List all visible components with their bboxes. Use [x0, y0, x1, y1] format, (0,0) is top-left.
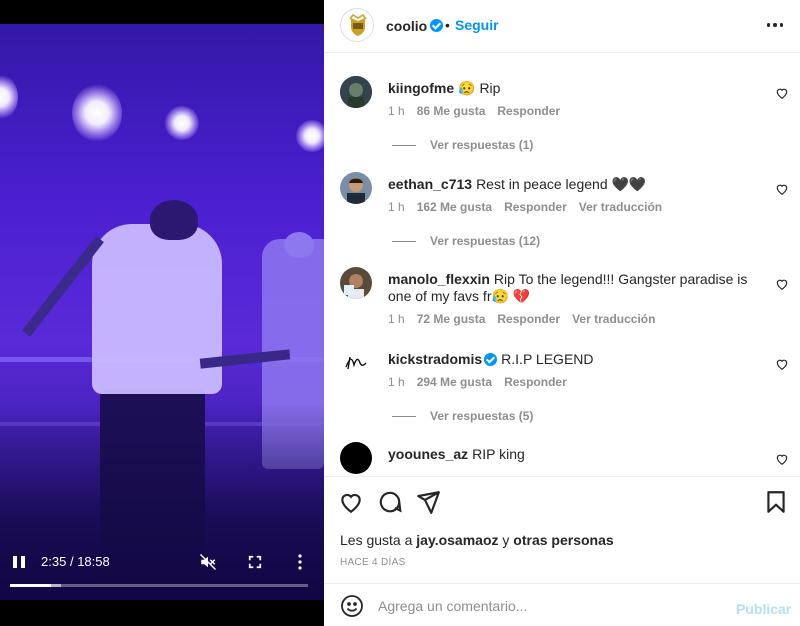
- pause-icon[interactable]: [8, 552, 30, 572]
- current-time: 2:35: [41, 554, 67, 569]
- send-icon[interactable]: [415, 489, 441, 515]
- translate-button[interactable]: Ver traducción: [579, 200, 662, 214]
- stage-light: [165, 106, 199, 140]
- comment-text: eethan_c713 Rest in peace legend 🖤🖤: [388, 176, 756, 193]
- comment-meta: 1 h 86 Me gusta Responder: [388, 104, 560, 118]
- avatar[interactable]: [340, 172, 372, 204]
- heart-icon[interactable]: [775, 86, 789, 100]
- view-replies-button[interactable]: Ver respuestas (12): [392, 234, 540, 248]
- comment-likes[interactable]: 162 Me gusta: [417, 200, 492, 214]
- view-replies-button[interactable]: Ver respuestas (5): [392, 409, 533, 423]
- likes-user[interactable]: jay.osamaoz: [416, 532, 498, 548]
- fullscreen-icon[interactable]: [245, 552, 265, 572]
- likes-others[interactable]: otras personas: [513, 532, 613, 548]
- volume-muted-icon[interactable]: [198, 552, 218, 572]
- performer-background-head: [284, 232, 314, 258]
- reply-button[interactable]: Responder: [497, 104, 560, 118]
- comment-body: RIP king: [472, 446, 525, 462]
- comment-body: 😥 Rip: [458, 80, 501, 96]
- header-separator: •: [445, 17, 450, 33]
- avatar[interactable]: [340, 267, 372, 299]
- view-replies-label: Ver respuestas (1): [430, 138, 534, 152]
- avatar[interactable]: [340, 347, 372, 379]
- stage-light: [72, 84, 122, 142]
- comment-username[interactable]: eethan_c713: [388, 176, 472, 192]
- comment-composer: Publicar: [324, 583, 800, 626]
- comment-username[interactable]: kickstradomis: [388, 351, 482, 367]
- heart-icon[interactable]: [775, 182, 789, 196]
- verified-badge-icon: [484, 353, 498, 366]
- comment-likes[interactable]: 86 Me gusta: [417, 104, 486, 118]
- performer-head: [150, 200, 198, 240]
- post-owner-username[interactable]: coolio: [386, 18, 427, 34]
- comments-list: kiingofme 😥 Rip 1 h 86 Me gusta Responder…: [324, 54, 800, 476]
- avatar[interactable]: [340, 76, 372, 108]
- heart-icon[interactable]: [775, 357, 789, 371]
- video-frame: [0, 24, 324, 600]
- comment-time[interactable]: 1 h: [388, 312, 405, 326]
- bookmark-icon[interactable]: [763, 489, 789, 515]
- comment-time[interactable]: 1 h: [388, 200, 405, 214]
- comment-username[interactable]: kiingofme: [388, 80, 454, 96]
- post-header: coolio • Seguir: [324, 0, 800, 53]
- comment-text: kickstradomis R.I.P LEGEND: [388, 351, 756, 368]
- comment-likes[interactable]: 72 Me gusta: [417, 312, 486, 326]
- comment-likes[interactable]: 294 Me gusta: [417, 375, 492, 389]
- reply-button[interactable]: Responder: [504, 200, 567, 214]
- post-time-ago[interactable]: HACE 4 DÍAS: [340, 557, 406, 568]
- video-time: 2:35 / 18:58: [41, 554, 110, 569]
- post-panel: coolio • Seguir kiingofme 😥 Rip 1 h 86 Me…: [324, 0, 800, 626]
- comment-time[interactable]: 1 h: [388, 104, 405, 118]
- view-replies-button[interactable]: Ver respuestas (1): [392, 138, 533, 152]
- reply-button[interactable]: Responder: [497, 312, 560, 326]
- avatar[interactable]: [340, 8, 374, 42]
- likes-connector: y: [502, 532, 510, 548]
- comment-text: manolo_flexxin Rip To the legend!!! Gangs…: [388, 271, 756, 305]
- comment-body: Rest in peace legend 🖤🖤: [476, 176, 647, 192]
- comment-meta: 1 h 162 Me gusta Responder Ver traducció…: [388, 200, 662, 214]
- time-separator: /: [69, 554, 74, 569]
- duration: 18:58: [77, 554, 110, 569]
- comment-input[interactable]: [378, 592, 718, 620]
- avatar[interactable]: [340, 442, 372, 474]
- follow-button[interactable]: Seguir: [455, 17, 499, 33]
- verified-badge-icon: [430, 19, 443, 32]
- more-vertical-icon[interactable]: [292, 552, 308, 572]
- reply-button[interactable]: Responder: [504, 375, 567, 389]
- video-played: [10, 584, 51, 587]
- post-actions: Les gusta a jay.osamaoz y otras personas…: [324, 476, 800, 583]
- likes-prefix: Les gusta a: [340, 532, 413, 548]
- publish-button[interactable]: Publicar: [736, 601, 791, 617]
- comment-meta: 1 h 294 Me gusta Responder: [388, 375, 567, 389]
- likes-summary: Les gusta a jay.osamaoz y otras personas: [340, 532, 614, 548]
- comment-body: R.I.P LEGEND: [501, 351, 594, 367]
- comment-username[interactable]: manolo_flexxin: [388, 271, 490, 287]
- stage-light: [0, 74, 18, 120]
- stage-light: [296, 120, 324, 152]
- performer-guitarist: [92, 224, 222, 394]
- view-replies-label: Ver respuestas (12): [430, 234, 541, 248]
- comment-icon[interactable]: [377, 489, 403, 515]
- comment-text: yoounes_az RIP king: [388, 446, 756, 463]
- video-controls: 2:35 / 18:58: [0, 540, 324, 600]
- emoji-icon[interactable]: [340, 594, 364, 618]
- comment-text: kiingofme 😥 Rip: [388, 80, 756, 97]
- comment-username[interactable]: yoounes_az: [388, 446, 468, 462]
- comment-time[interactable]: 1 h: [388, 375, 405, 389]
- heart-icon[interactable]: [775, 452, 789, 466]
- video-player[interactable]: 2:35 / 18:58: [0, 0, 324, 626]
- view-replies-label: Ver respuestas (5): [430, 409, 534, 423]
- comment-meta: 1 h 72 Me gusta Responder Ver traducción: [388, 312, 655, 326]
- heart-icon[interactable]: [775, 277, 789, 291]
- heart-icon[interactable]: [338, 489, 364, 515]
- video-progress-bar[interactable]: [10, 584, 308, 587]
- more-horizontal-icon[interactable]: [764, 14, 786, 36]
- translate-button[interactable]: Ver traducción: [572, 312, 655, 326]
